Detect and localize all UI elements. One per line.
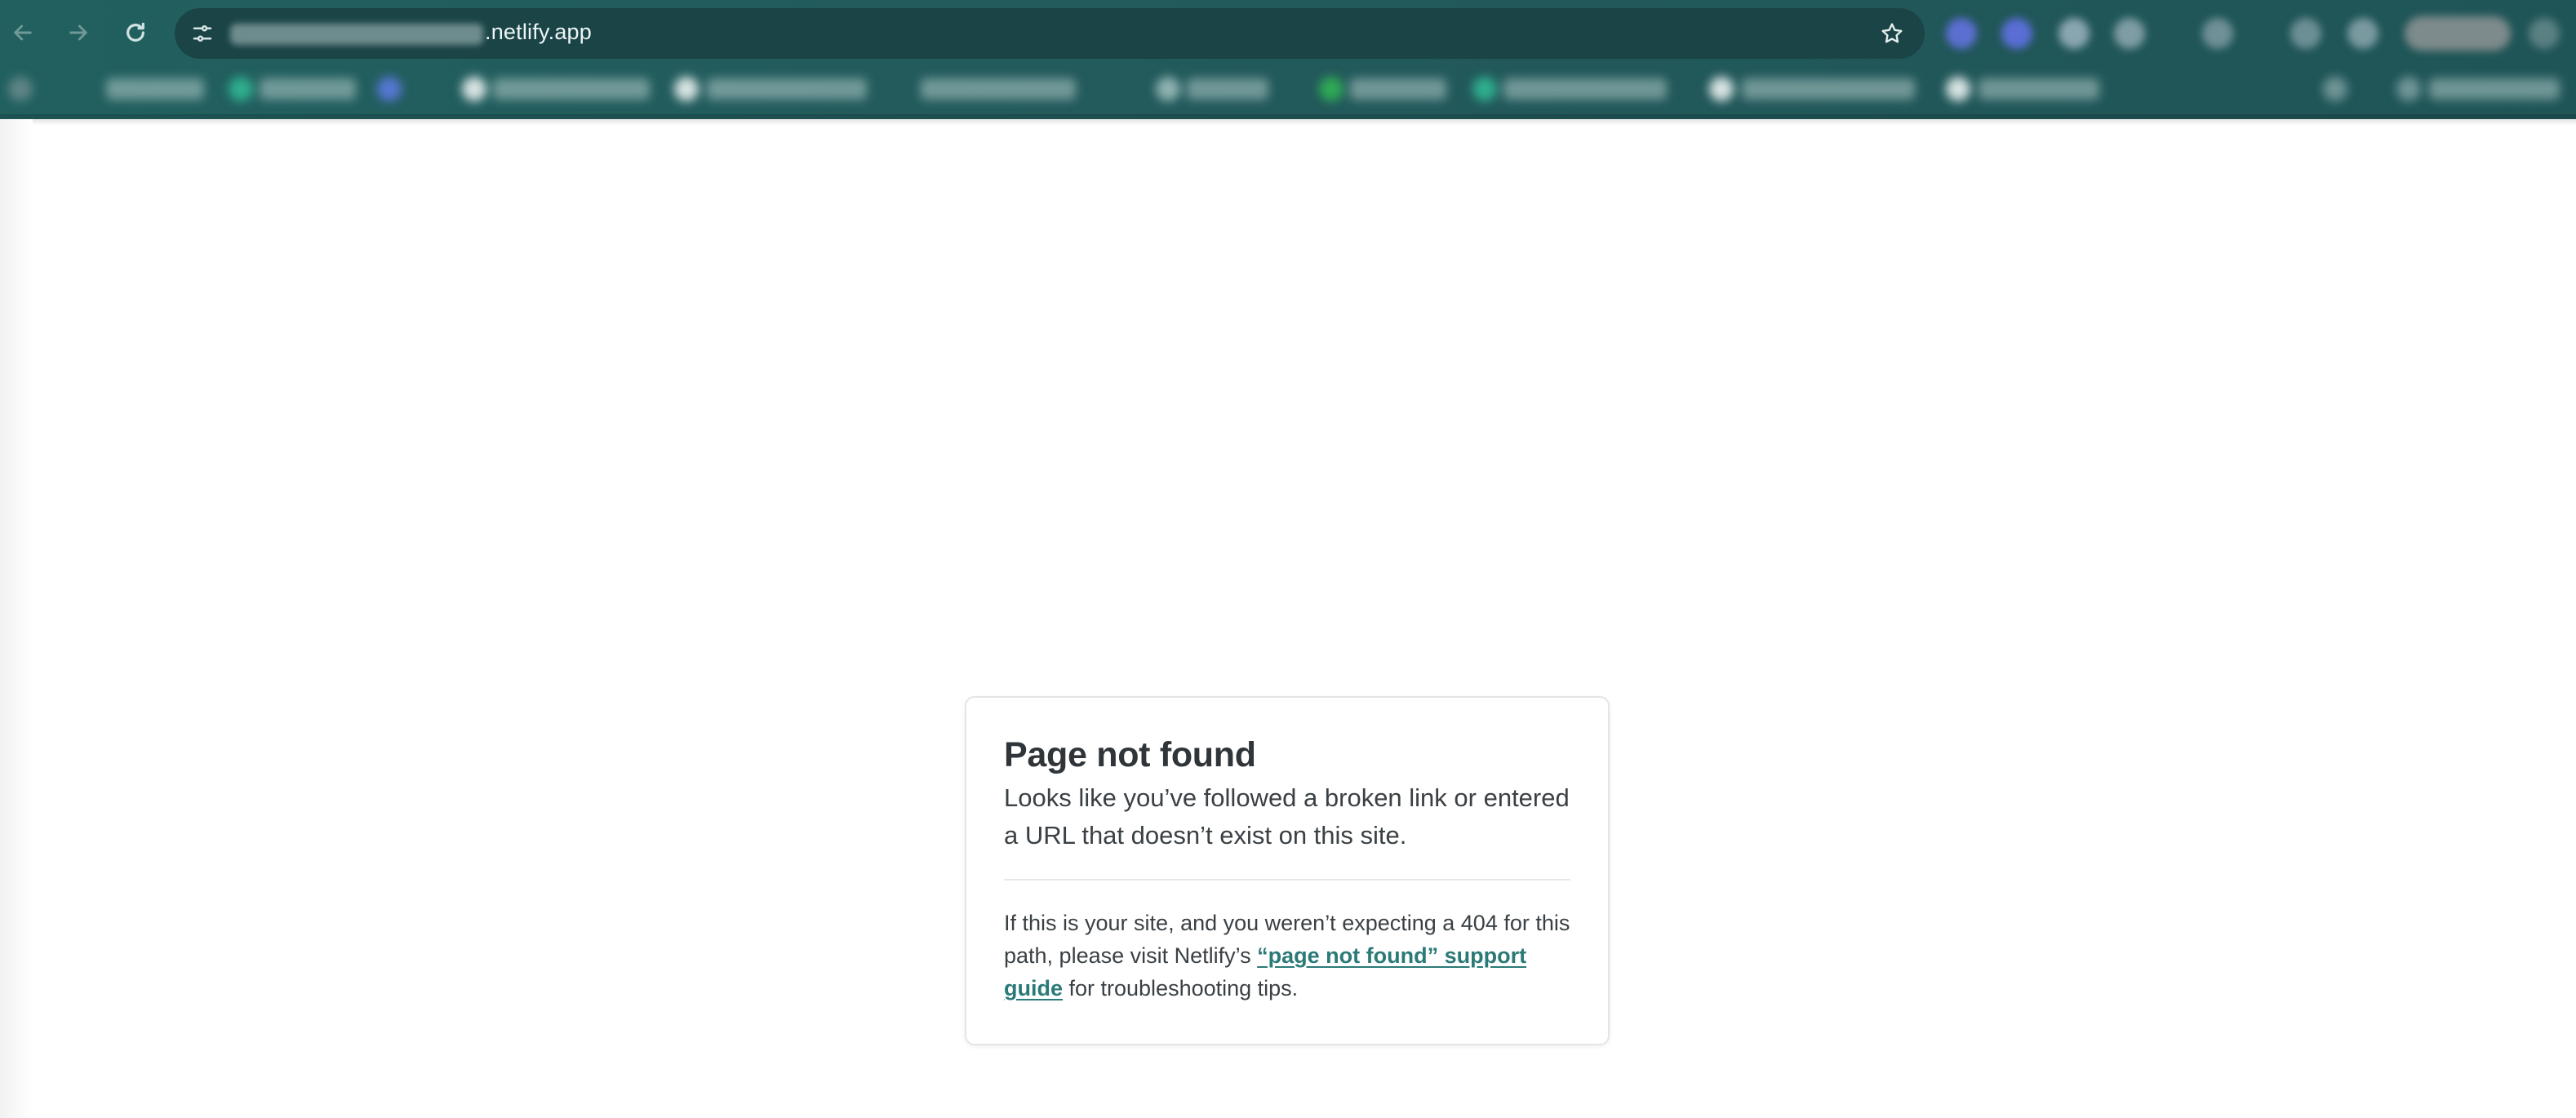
bookmark-item[interactable] (2429, 78, 2560, 100)
bookmark-icon[interactable] (1319, 77, 1344, 101)
bookmark-item[interactable] (260, 78, 356, 100)
bookmark-icon[interactable] (8, 77, 33, 101)
bookmark-button[interactable] (1876, 17, 1908, 50)
bookmark-icon[interactable] (1472, 77, 1497, 101)
extension-icon[interactable] (2059, 18, 2090, 49)
bookmark-item[interactable] (1979, 78, 2099, 100)
extension-icon[interactable] (2290, 18, 2321, 49)
extension-icon[interactable] (2347, 18, 2378, 49)
bookmark-item[interactable] (106, 78, 204, 100)
help-text-suffix: for troubleshooting tips. (1063, 976, 1299, 1000)
back-button[interactable] (3, 13, 42, 52)
forward-button[interactable] (59, 13, 98, 52)
not-found-card: Page not found Looks like you’ve followe… (965, 696, 1610, 1045)
bookmark-item[interactable] (1742, 78, 1915, 100)
bookmark-icon[interactable] (229, 77, 253, 101)
arrow-left-icon (14, 24, 32, 41)
reload-icon (127, 22, 144, 42)
profile-button[interactable] (2405, 16, 2511, 51)
bookmark-icon[interactable] (1946, 77, 1970, 101)
card-divider (1004, 879, 1570, 881)
bookmark-icon[interactable] (2396, 77, 2421, 101)
bookmarks-bar (0, 65, 2576, 114)
browser-chrome: .netlify.app (0, 0, 2576, 119)
arrow-right-icon (69, 24, 87, 41)
tune-icon (193, 25, 212, 42)
page-title: Page not found (1004, 735, 1256, 774)
bookmark-icon[interactable] (2323, 77, 2347, 101)
url-redacted-segment (230, 24, 483, 45)
bookmark-item[interactable] (1187, 78, 1268, 100)
address-bar[interactable]: .netlify.app (175, 8, 1925, 59)
not-found-message: Looks like you’ve followed a broken link… (1004, 783, 1570, 850)
extension-icon[interactable] (2001, 18, 2032, 49)
menu-icon[interactable] (2529, 18, 2560, 49)
browser-toolbar: .netlify.app (0, 0, 2576, 65)
bookmark-item[interactable] (707, 78, 867, 100)
bookmark-icon[interactable] (462, 77, 486, 101)
star-icon (1881, 23, 1903, 43)
bookmark-item[interactable] (921, 78, 1076, 100)
chrome-shadow (0, 114, 2576, 126)
extension-icon[interactable] (1946, 18, 1977, 49)
bookmark-icon[interactable] (1709, 77, 1734, 101)
reload-button[interactable] (116, 13, 155, 52)
bookmark-icon[interactable] (377, 77, 402, 101)
help-text: If this is your site, and you weren’t ex… (1004, 907, 1570, 1005)
url-text[interactable]: .netlify.app (485, 20, 592, 45)
extension-icon[interactable] (2114, 18, 2145, 49)
page-gutter (0, 119, 33, 1118)
extension-icon[interactable] (2202, 18, 2233, 49)
bookmark-icon[interactable] (674, 77, 699, 101)
site-info-button[interactable] (186, 17, 219, 50)
bookmark-item[interactable] (493, 78, 650, 100)
bookmark-icon[interactable] (1156, 77, 1180, 101)
bookmark-item[interactable] (1350, 78, 1446, 100)
bookmark-item[interactable] (1503, 78, 1667, 100)
extensions-area (1936, 11, 2565, 54)
